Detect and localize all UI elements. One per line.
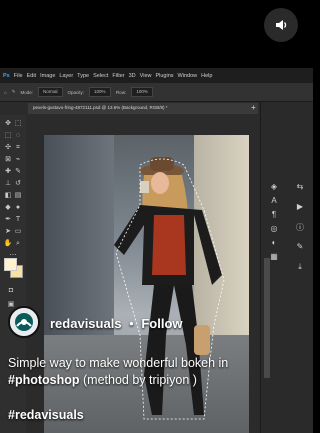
hashtag-link[interactable]: #redavisuals bbox=[8, 408, 84, 422]
expand-panel-icon[interactable]: ⇆ bbox=[295, 182, 305, 191]
move-tool-icon[interactable]: ✥ bbox=[3, 119, 13, 128]
menu-filter[interactable]: Filter bbox=[112, 73, 124, 79]
healing-tool-icon[interactable]: ✚ bbox=[3, 167, 13, 176]
crop-tool-icon[interactable]: ⌗ bbox=[13, 143, 23, 152]
info-icon[interactable]: ⓘ bbox=[295, 222, 305, 233]
brush-icon[interactable]: ✎ bbox=[12, 89, 16, 95]
swatches-icon[interactable]: ▦ bbox=[269, 252, 279, 261]
follow-button[interactable]: Follow bbox=[141, 316, 182, 331]
brush-settings-icon[interactable]: ◎ bbox=[269, 224, 279, 233]
quick-mask-icon[interactable]: ◘ bbox=[6, 286, 16, 295]
adjustments-icon[interactable]: ◐ bbox=[269, 238, 279, 247]
caption-credit: (method by tripiyon ) bbox=[79, 373, 197, 387]
path-select-tool-icon[interactable]: ➤ bbox=[3, 227, 13, 236]
menu-select[interactable]: Select bbox=[93, 73, 108, 79]
menu-layer[interactable]: Layer bbox=[59, 73, 73, 79]
menu-bar: Ps File Edit Image Layer Type Select Fil… bbox=[0, 68, 313, 83]
caption-text: Simple way to make wonderful bokeh in bbox=[8, 356, 229, 370]
marquee-tool-icon[interactable]: ⬚ bbox=[3, 131, 13, 140]
menu-type[interactable]: Type bbox=[77, 73, 89, 79]
history-brush-tool-icon[interactable]: ↺ bbox=[13, 179, 23, 188]
mode-label: Mode: bbox=[20, 89, 34, 95]
eyedropper-tool-icon[interactable]: ⌁ bbox=[13, 155, 23, 164]
paths-icon[interactable]: ✎ bbox=[295, 242, 305, 251]
post-caption: Simple way to make wonderful bokeh in #p… bbox=[8, 355, 263, 389]
mode-select[interactable]: Normal bbox=[38, 87, 63, 97]
export-icon[interactable]: ⤓ bbox=[295, 262, 305, 272]
play-icon[interactable]: ▶ bbox=[295, 202, 305, 211]
menu-help[interactable]: Help bbox=[201, 73, 212, 79]
zoom-tool-icon[interactable]: ⌕ bbox=[13, 239, 23, 248]
post-header: redavisuals • Follow bbox=[50, 316, 183, 331]
menu-view[interactable]: View bbox=[140, 73, 152, 79]
opacity-field[interactable]: 100% bbox=[89, 87, 111, 97]
options-bar: ⌂ ✎ Mode: Normal Opacity: 100% Flow: 100… bbox=[0, 83, 313, 102]
menu-image[interactable]: Image bbox=[40, 73, 55, 79]
separator-dot: • bbox=[129, 316, 134, 331]
artboard-tool-icon[interactable]: ⬚ bbox=[13, 119, 23, 128]
speaker-icon bbox=[276, 20, 287, 30]
ps-logo-icon: Ps bbox=[3, 72, 10, 79]
flow-field[interactable]: 100% bbox=[131, 87, 153, 97]
dodge-tool-icon[interactable]: ● bbox=[13, 203, 23, 212]
avatar-logo-icon bbox=[10, 308, 38, 336]
quick-select-tool-icon[interactable]: ✣ bbox=[3, 143, 13, 152]
menu-window[interactable]: Window bbox=[178, 73, 198, 79]
tab-close-icon[interactable]: + bbox=[251, 103, 256, 112]
opacity-label: Opacity: bbox=[67, 89, 85, 95]
sound-button[interactable] bbox=[264, 8, 298, 42]
stamp-tool-icon[interactable]: ⊥ bbox=[3, 179, 13, 188]
lasso-tool-icon[interactable]: ◌ bbox=[13, 131, 23, 140]
blur-tool-icon[interactable]: ◆ bbox=[3, 203, 13, 212]
gradient-tool-icon[interactable]: ▤ bbox=[13, 191, 23, 200]
username-link[interactable]: redavisuals bbox=[50, 316, 122, 331]
hand-tool-icon[interactable]: ✋ bbox=[3, 239, 13, 248]
panel-scrollbar[interactable] bbox=[264, 258, 270, 378]
type-tool-icon[interactable]: T bbox=[13, 215, 23, 224]
character-icon[interactable]: A bbox=[269, 196, 279, 205]
layers-icon[interactable]: ◈ bbox=[269, 182, 279, 191]
flow-label: Flow: bbox=[115, 89, 127, 95]
foreground-color-swatch[interactable] bbox=[4, 258, 17, 271]
paragraph-icon[interactable]: ¶ bbox=[269, 210, 279, 219]
avatar[interactable] bbox=[8, 306, 40, 338]
brush-tool-icon[interactable]: ✎ bbox=[13, 167, 23, 176]
document-tab-title: pexels-gustavo-fring-4872111.psd @ 13.6%… bbox=[33, 105, 168, 110]
menu-edit[interactable]: Edit bbox=[27, 73, 36, 79]
home-icon[interactable]: ⌂ bbox=[4, 90, 7, 95]
frame-tool-icon[interactable]: ⊠ bbox=[3, 155, 13, 164]
pen-tool-icon[interactable]: ✒ bbox=[3, 215, 13, 224]
shape-tool-icon[interactable]: ▭ bbox=[13, 227, 23, 236]
caption-hashtag-link[interactable]: #photoshop bbox=[8, 373, 80, 387]
menu-plugins[interactable]: Plugins bbox=[155, 73, 173, 79]
menu-3d[interactable]: 3D bbox=[129, 73, 136, 79]
eraser-tool-icon[interactable]: ◧ bbox=[3, 191, 13, 200]
menu-file[interactable]: File bbox=[14, 73, 23, 79]
